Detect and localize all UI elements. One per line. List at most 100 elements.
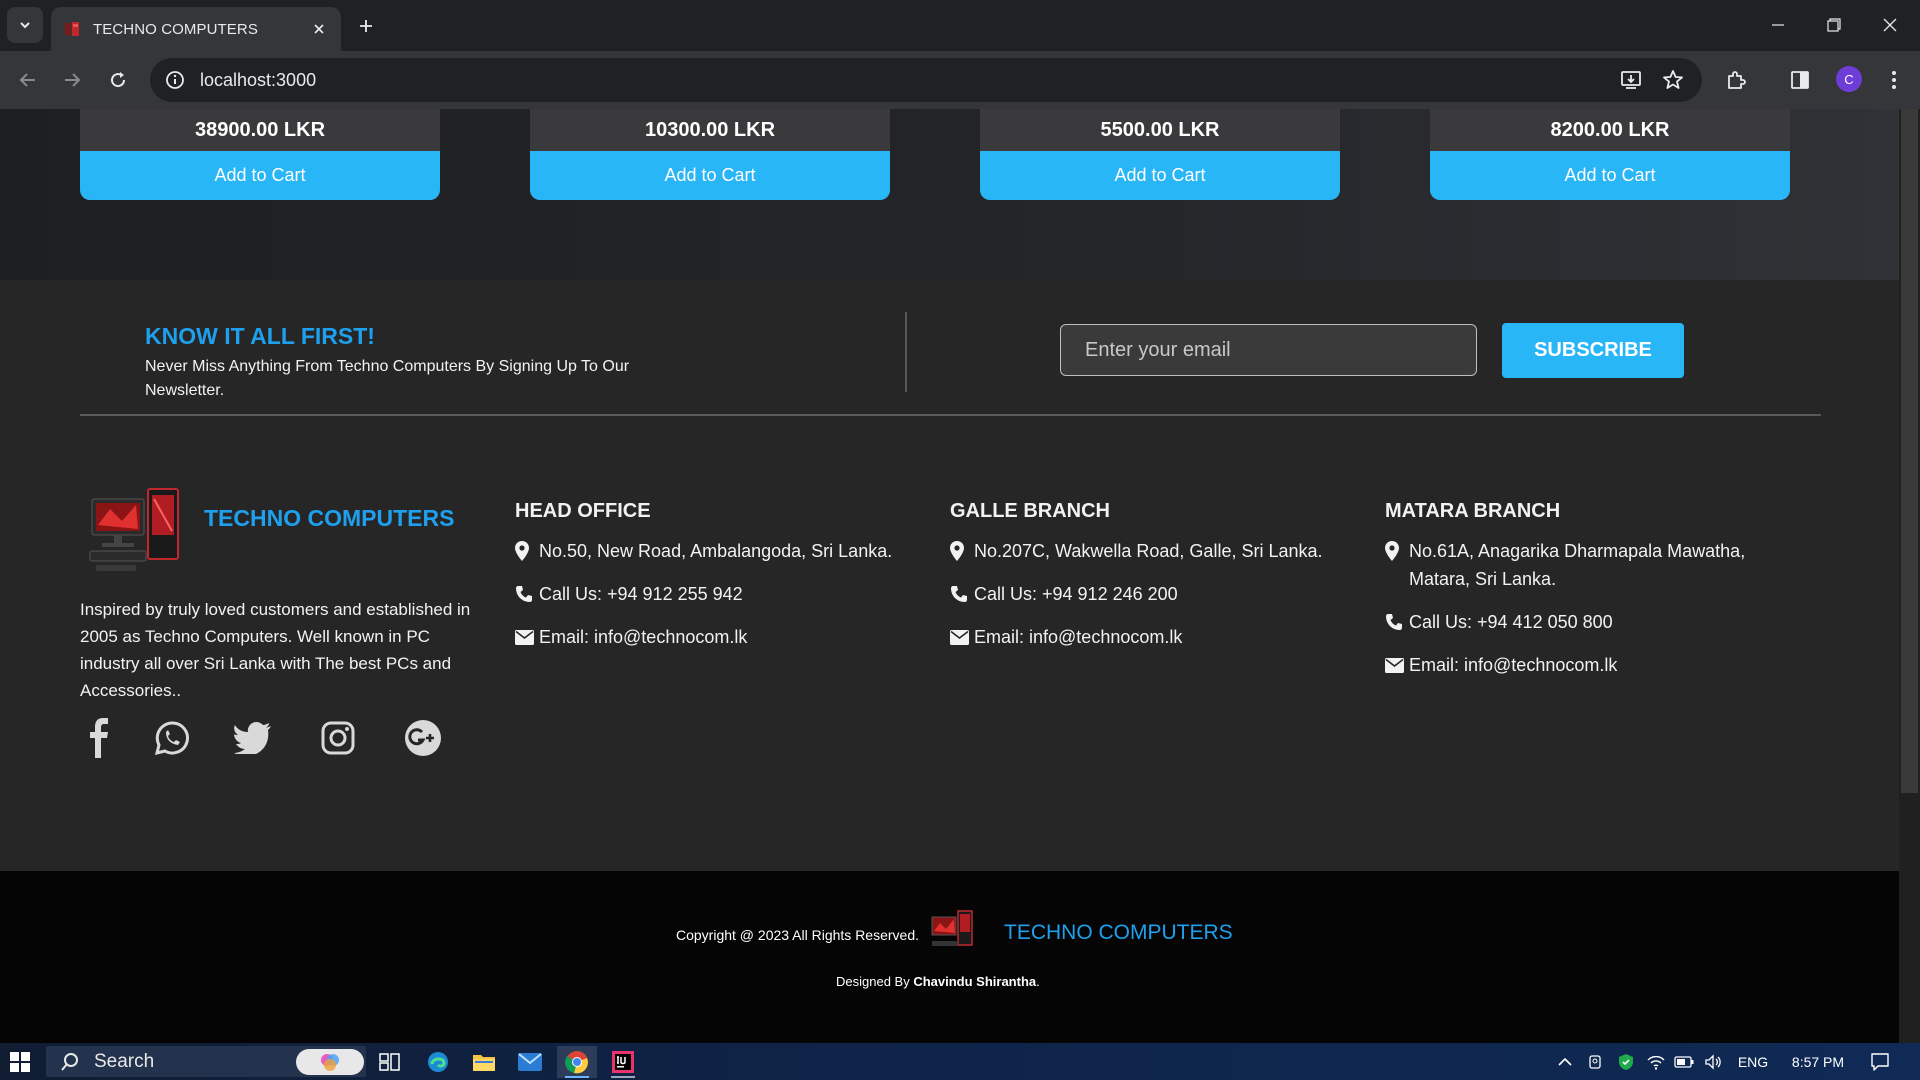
office-title: MATARA BRANCH: [1385, 500, 1561, 522]
wifi-icon[interactable]: [1644, 1043, 1668, 1080]
tab-search-button[interactable]: [7, 7, 43, 43]
back-button[interactable]: [13, 65, 43, 95]
taskbar-search-label: Search: [94, 1050, 155, 1072]
install-app-icon[interactable]: [1617, 66, 1645, 94]
reload-button[interactable]: [103, 65, 133, 95]
running-app-indicator: [611, 1076, 635, 1078]
taskbar-search-box[interactable]: Search: [46, 1046, 366, 1077]
add-to-cart-button[interactable]: Add to Cart: [1430, 151, 1790, 200]
new-tab-button[interactable]: [352, 12, 380, 40]
office-email[interactable]: Email: info@technocom.lk: [1409, 651, 1617, 679]
add-to-cart-button[interactable]: Add to Cart: [80, 151, 440, 200]
site-info-icon[interactable]: [164, 69, 186, 91]
minimize-button[interactable]: [1750, 0, 1806, 50]
language-indicator[interactable]: ENG: [1730, 1043, 1776, 1080]
add-to-cart-button[interactable]: Add to Cart: [530, 151, 890, 200]
scrollbar-thumb[interactable]: [1901, 109, 1918, 793]
newsletter-email-input[interactable]: Enter your email: [1060, 324, 1477, 376]
phone-icon: [1385, 608, 1405, 636]
about-text: Inspired by truly loved customers and es…: [80, 600, 471, 700]
techno-computers-logo: [89, 488, 179, 571]
facebook-icon[interactable]: [80, 718, 120, 758]
task-view-icon[interactable]: [370, 1046, 410, 1078]
page-scrollbar[interactable]: [1899, 109, 1920, 1043]
office-phone[interactable]: Call Us: +94 412 050 800: [1409, 608, 1613, 636]
office-phone-row: Call Us: +94 412 050 800: [1385, 608, 1785, 636]
copilot-icon[interactable]: [296, 1049, 364, 1075]
office-title: GALLE BRANCH: [950, 500, 1110, 522]
tab-title: TECHNO COMPUTERS: [93, 20, 258, 38]
copyright-bar: Copyright @ 2023 All Rights Reserved. TE…: [0, 871, 1899, 1043]
office-email[interactable]: Email: info@technocom.lk: [974, 623, 1182, 651]
browser-toolbar: localhost:3000: [0, 51, 1920, 109]
copyright-text: Copyright @ 2023 All Rights Reserved.: [676, 927, 919, 943]
battery-icon[interactable]: [1672, 1043, 1696, 1080]
product-price: 38900.00 LKR: [80, 109, 440, 151]
meet-now-icon[interactable]: [1584, 1043, 1608, 1080]
subscribe-button[interactable]: SUBSCRIBE: [1502, 323, 1684, 378]
edge-browser-icon[interactable]: [418, 1046, 458, 1078]
side-panel-icon[interactable]: [1786, 66, 1814, 94]
phone-icon: [950, 580, 970, 608]
bookmark-star-icon[interactable]: [1659, 66, 1687, 94]
techno-computers-mini-logo: [931, 910, 973, 946]
file-explorer-icon[interactable]: [464, 1046, 504, 1078]
office-phone[interactable]: Call Us: +94 912 255 942: [539, 580, 743, 608]
office-phone-row: Call Us: +94 912 246 200: [950, 580, 1370, 608]
head-office-column: HEAD OFFICE No.50, New Road, Ambalangoda…: [515, 500, 935, 666]
restore-button[interactable]: [1806, 0, 1862, 50]
address-bar[interactable]: localhost:3000: [150, 58, 1702, 102]
google-plus-icon[interactable]: [403, 718, 443, 758]
forward-button[interactable]: [57, 65, 87, 95]
office-email[interactable]: Email: info@technocom.lk: [539, 623, 747, 651]
products-section: 38900.00 LKR Add to Cart 10300.00 LKR Ad…: [0, 109, 1899, 280]
designed-by-text: Designed By Chavindu Shirantha.: [836, 974, 1040, 989]
matara-branch-column: MATARA BRANCH No.61A, Anagarika Dharmapa…: [1385, 500, 1785, 694]
search-icon: [61, 1052, 78, 1071]
office-phone[interactable]: Call Us: +94 912 246 200: [974, 580, 1178, 608]
office-address-row: No.50, New Road, Ambalangoda, Sri Lanka.: [515, 537, 935, 565]
mail-icon[interactable]: [510, 1046, 550, 1078]
galle-branch-column: GALLE BRANCH No.207C, Wakwella Road, Gal…: [950, 500, 1370, 666]
profile-avatar[interactable]: C: [1836, 66, 1862, 92]
product-card: 38900.00 LKR Add to Cart: [80, 109, 440, 200]
volume-icon[interactable]: [1701, 1043, 1725, 1080]
intellij-icon[interactable]: [603, 1046, 643, 1078]
tray-overflow-chevron-icon[interactable]: [1553, 1043, 1577, 1080]
office-address-row: No.61A, Anagarika Dharmapala Mawatha, Ma…: [1385, 537, 1785, 593]
office-email-row: Email: info@technocom.lk: [950, 623, 1370, 651]
designed-by-prefix: Designed By: [836, 974, 914, 989]
browser-tab-strip: TECHNO COMPUTERS: [0, 0, 1920, 51]
tab-close-icon[interactable]: [309, 19, 329, 39]
office-email-row: Email: info@technocom.lk: [1385, 651, 1785, 679]
product-price: 8200.00 LKR: [1430, 109, 1790, 151]
browser-tab[interactable]: TECHNO COMPUTERS: [51, 7, 341, 51]
chrome-icon[interactable]: [557, 1046, 597, 1078]
instagram-icon[interactable]: [318, 718, 358, 758]
menu-kebab-icon[interactable]: [1880, 66, 1908, 94]
envelope-icon: [515, 623, 535, 651]
office-title: HEAD OFFICE: [515, 500, 651, 522]
close-window-button[interactable]: [1862, 0, 1918, 50]
notification-center-icon[interactable]: [1866, 1043, 1894, 1080]
product-card: 10300.00 LKR Add to Cart: [530, 109, 890, 200]
system-clock[interactable]: 8:57 PM: [1782, 1043, 1854, 1080]
map-pin-icon: [515, 537, 535, 565]
map-pin-icon: [1385, 537, 1405, 565]
whatsapp-icon[interactable]: [152, 718, 192, 758]
designer-name: Chavindu Shirantha: [913, 974, 1037, 989]
envelope-icon: [1385, 651, 1405, 679]
office-email-row: Email: info@technocom.lk: [515, 623, 935, 651]
footer-brand-name[interactable]: TECHNO COMPUTERS: [204, 505, 454, 532]
phone-icon: [515, 580, 535, 608]
active-app-indicator: [565, 1076, 589, 1078]
windows-start-icon[interactable]: [10, 1052, 30, 1072]
product-card: 8200.00 LKR Add to Cart: [1430, 109, 1790, 200]
copyright-brand-name[interactable]: TECHNO COMPUTERS: [1004, 921, 1233, 945]
extensions-icon[interactable]: [1722, 66, 1750, 94]
arrow-right-icon: [65, 73, 81, 87]
office-phone-row: Call Us: +94 912 255 942: [515, 580, 935, 608]
twitter-icon[interactable]: [233, 718, 273, 758]
security-shield-icon[interactable]: [1614, 1043, 1638, 1080]
add-to-cart-button[interactable]: Add to Cart: [980, 151, 1340, 200]
